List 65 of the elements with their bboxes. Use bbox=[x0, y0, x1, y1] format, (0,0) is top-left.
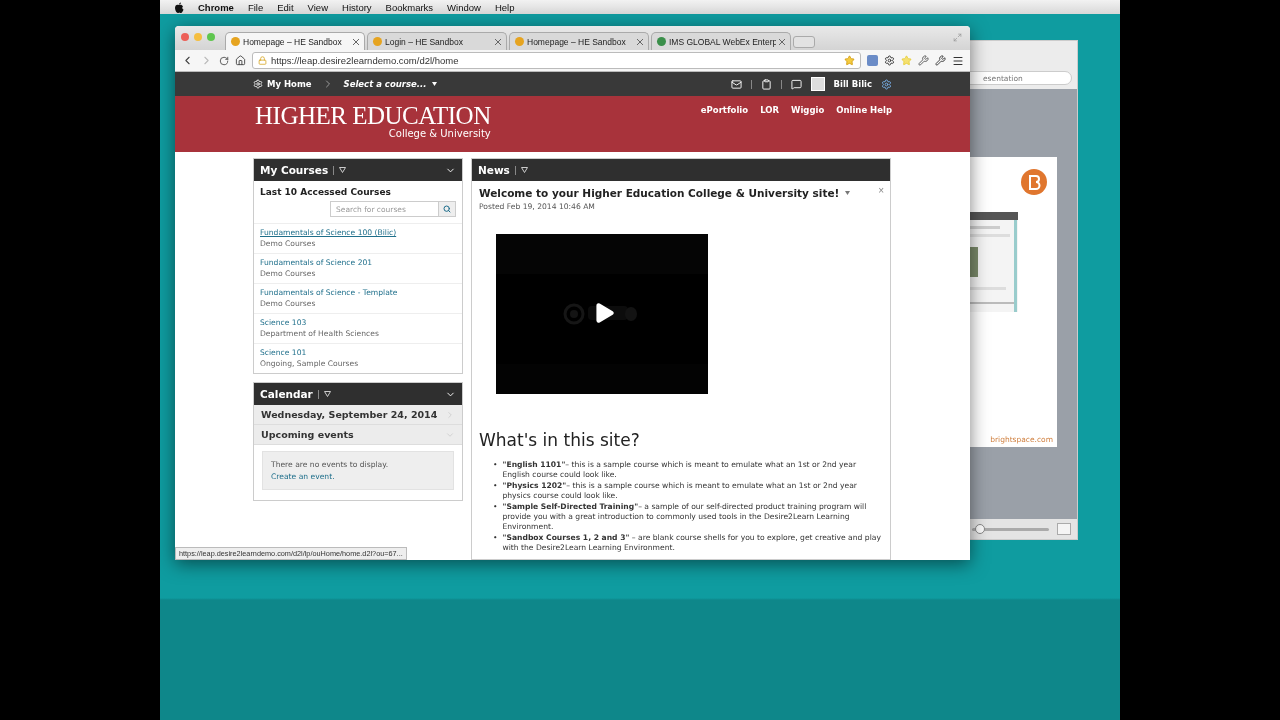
site-subtitle: College & University bbox=[388, 128, 491, 139]
logo-icon bbox=[1021, 169, 1047, 195]
star-icon[interactable] bbox=[844, 55, 855, 66]
address-bar[interactable]: https://leap.desire2learndemo.com/d2l/home bbox=[252, 52, 861, 69]
news-title: Welcome to your Higher Education College & University site! bbox=[479, 187, 840, 199]
date-row[interactable]: Wednesday, September 24, 2014 bbox=[254, 405, 462, 425]
section-heading: Last 10 Accessed Courses bbox=[259, 186, 392, 199]
menu-item[interactable]: View bbox=[307, 1, 328, 13]
chat-icon[interactable] bbox=[790, 78, 802, 90]
reload-icon[interactable] bbox=[219, 55, 229, 66]
section-heading: What's in this site? bbox=[479, 430, 641, 450]
fit-button[interactable] bbox=[1057, 523, 1071, 535]
upcoming-heading: Upcoming events bbox=[261, 429, 354, 440]
course-selector[interactable]: Select a course... bbox=[343, 79, 438, 89]
upcoming-row[interactable]: Upcoming events bbox=[254, 425, 462, 445]
close-icon[interactable] bbox=[495, 38, 501, 45]
browser-tab[interactable]: Homepage – HE Sandbox bbox=[225, 32, 365, 50]
calendar-date: Wednesday, September 24, 2014 bbox=[261, 409, 438, 420]
browser-tab[interactable]: Homepage – HE Sandbox bbox=[509, 32, 649, 50]
app-menu[interactable]: Chrome bbox=[198, 1, 234, 13]
banner-link[interactable]: ePortfolio bbox=[700, 105, 749, 152]
lock-icon bbox=[258, 56, 267, 65]
panel-title: Calendar bbox=[260, 388, 313, 400]
wrench-icon[interactable] bbox=[935, 55, 946, 66]
dropdown-icon[interactable] bbox=[339, 167, 347, 173]
slider-thumb[interactable] bbox=[974, 523, 985, 534]
dropdown-icon[interactable] bbox=[844, 190, 852, 196]
panel-title: News bbox=[478, 164, 510, 176]
wrench-icon[interactable] bbox=[918, 55, 929, 66]
menu-item[interactable]: Help bbox=[494, 1, 515, 13]
extension-icon[interactable] bbox=[867, 55, 878, 66]
panel-title: My Courses bbox=[260, 164, 329, 176]
browser-tab[interactable]: IMS GLOBAL WebEx Enterp bbox=[651, 32, 791, 50]
user-menu[interactable]: Bill Bilic bbox=[833, 79, 872, 89]
site-title: HIGHER EDUCATION bbox=[255, 104, 491, 128]
close-button[interactable] bbox=[181, 33, 189, 41]
banner-link[interactable]: Online Help bbox=[836, 105, 892, 152]
close-icon[interactable] bbox=[779, 38, 785, 45]
settings-icon[interactable] bbox=[881, 78, 892, 90]
browser-tab[interactable]: Login – HE Sandbox bbox=[367, 32, 507, 50]
apple-icon[interactable] bbox=[174, 1, 184, 13]
menu-item[interactable]: Bookmarks bbox=[385, 1, 434, 13]
dropdown-icon[interactable] bbox=[323, 391, 331, 397]
banner-link[interactable]: Wiggio bbox=[791, 105, 825, 152]
avatar[interactable] bbox=[810, 77, 825, 91]
star-icon[interactable] bbox=[901, 55, 912, 66]
close-icon[interactable] bbox=[637, 38, 643, 45]
mail-icon[interactable] bbox=[730, 78, 742, 90]
caret-icon bbox=[430, 81, 438, 87]
dropdown-icon[interactable] bbox=[520, 167, 528, 173]
home-label[interactable]: My Home bbox=[267, 79, 312, 89]
menu-item[interactable]: History bbox=[342, 1, 372, 13]
menu-item[interactable]: Edit bbox=[277, 1, 294, 13]
banner-link[interactable]: LOR bbox=[760, 105, 779, 152]
close-button[interactable]: × bbox=[878, 185, 884, 196]
menu-icon[interactable] bbox=[952, 54, 964, 67]
search-button[interactable] bbox=[439, 201, 456, 217]
close-icon[interactable] bbox=[353, 38, 359, 45]
home-link[interactable]: My Home bbox=[253, 79, 312, 89]
menu-item[interactable]: File bbox=[247, 1, 264, 13]
search-icon bbox=[443, 205, 451, 213]
settings-icon[interactable] bbox=[884, 55, 895, 66]
zoom-slider[interactable] bbox=[972, 527, 1049, 531]
menu-item[interactable]: Window bbox=[447, 1, 481, 13]
clipboard-icon[interactable] bbox=[760, 78, 772, 90]
